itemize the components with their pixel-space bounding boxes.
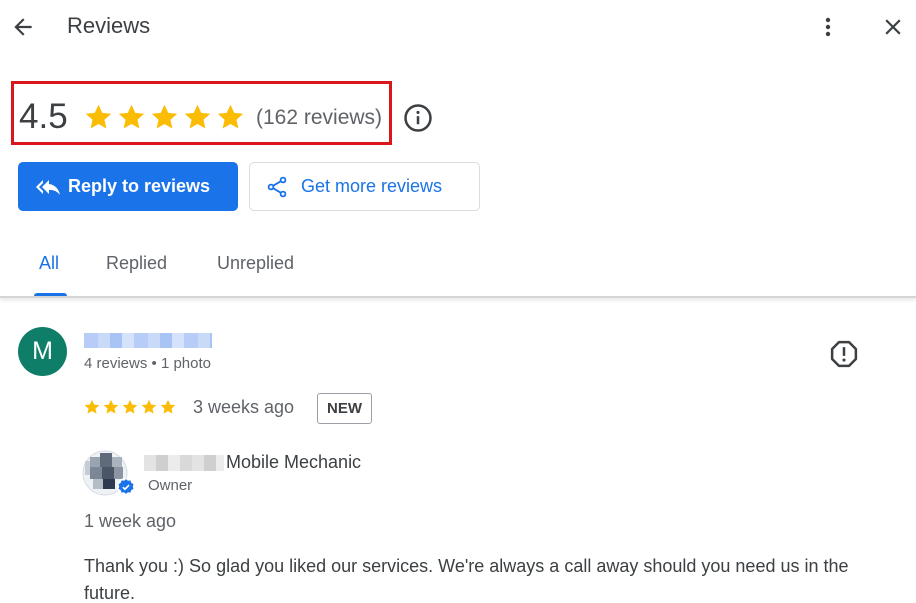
reply-time: 1 week ago	[84, 511, 177, 531]
new-badge: NEW	[317, 393, 372, 424]
tab-unreplied[interactable]: Unreplied	[217, 253, 294, 274]
reviewer-meta: 4 reviews • 1 photo	[84, 355, 211, 372]
review-time: 3 weeks ago	[193, 397, 295, 417]
more-options-button[interactable]	[814, 10, 842, 44]
reviewer-avatar[interactable]: M	[18, 327, 67, 376]
info-icon	[404, 104, 432, 132]
rating-value: 4.5	[19, 97, 68, 136]
star-icon	[160, 399, 176, 414]
share-icon	[265, 174, 291, 200]
back-button[interactable]	[8, 10, 38, 44]
review-count: (162 reviews)	[256, 106, 383, 129]
star-icon	[103, 399, 119, 414]
star-icon	[122, 399, 138, 414]
report-icon	[830, 340, 858, 368]
close-icon	[885, 19, 901, 35]
star-icon	[151, 104, 178, 129]
header: Reviews	[0, 0, 916, 56]
owner-name: Mobile Mechanic	[226, 452, 362, 472]
star-icon	[118, 104, 145, 129]
owner-name-redacted	[144, 455, 224, 471]
page-title: Reviews	[67, 13, 151, 38]
reply-all-icon	[36, 174, 62, 200]
reply-to-reviews-button[interactable]: Reply to reviews	[18, 162, 238, 211]
tab-all[interactable]: All	[39, 253, 59, 274]
report-review-button[interactable]	[829, 339, 859, 369]
more-vert-icon	[825, 17, 831, 37]
arrow-left-icon	[14, 18, 32, 36]
get-more-reviews-button[interactable]: Get more reviews	[249, 162, 480, 211]
star-icon	[217, 104, 244, 129]
review-tabs: All Replied Unreplied	[0, 240, 916, 298]
reply-to-reviews-label: Reply to reviews	[68, 176, 211, 196]
rating-stars	[83, 99, 246, 135]
star-icon	[141, 399, 157, 414]
tabs-divider	[0, 296, 916, 298]
review-stars	[83, 398, 177, 416]
star-icon	[84, 399, 100, 414]
get-more-reviews-label: Get more reviews	[301, 176, 443, 196]
close-button[interactable]	[878, 10, 908, 44]
owner-role: Owner	[148, 477, 193, 494]
owner-avatar	[81, 449, 136, 498]
star-icon	[85, 104, 112, 129]
reviewer-name-redacted[interactable]	[84, 333, 212, 348]
star-icon	[184, 104, 211, 129]
verified-icon	[116, 477, 136, 497]
tab-replied[interactable]: Replied	[106, 253, 167, 274]
reply-text: Thank you :) So glad you liked our servi…	[84, 556, 849, 603]
info-button[interactable]	[403, 103, 433, 133]
